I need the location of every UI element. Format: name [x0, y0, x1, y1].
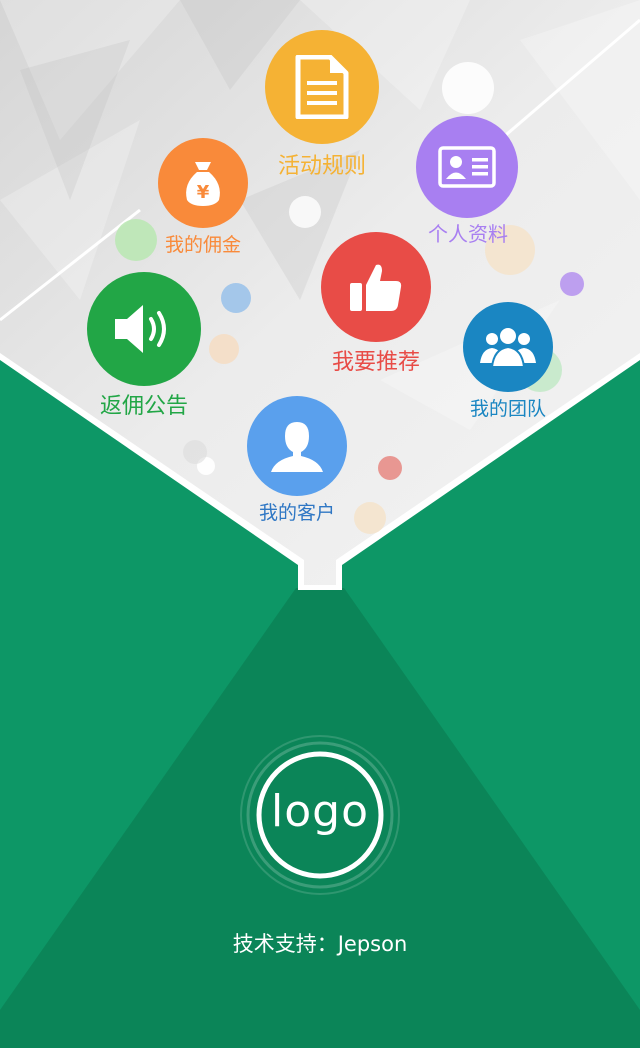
thumbs-up-icon: [321, 232, 431, 342]
my-commission-label: 我的佣金: [164, 234, 242, 256]
id-card-icon: [416, 116, 518, 218]
tech-support-text: 技术支持：Jepson: [232, 932, 408, 956]
activity-rules-label: 活动规则: [277, 154, 367, 179]
bubble: [560, 272, 584, 296]
money-bag-icon: ¥: [158, 138, 248, 228]
recommend-label: 我要推荐: [331, 350, 421, 375]
bubble: [183, 440, 207, 464]
user-icon: [247, 396, 347, 496]
my-customers-button[interactable]: 我的客户: [246, 396, 350, 526]
my-customers-label: 我的客户: [258, 502, 336, 524]
svg-text:¥: ¥: [197, 182, 210, 203]
rebate-notice-label: 返佣公告: [99, 394, 189, 419]
bubble: [209, 334, 239, 364]
profile-label: 个人资料: [428, 222, 508, 246]
bubble: [354, 502, 386, 534]
logo: logo: [239, 734, 401, 896]
my-team-button[interactable]: 我的团队: [462, 302, 556, 420]
bubble: [221, 283, 251, 313]
bubble: [378, 456, 402, 480]
rebate-notice-button[interactable]: 返佣公告: [86, 272, 202, 419]
bubble: [289, 196, 321, 228]
recommend-button[interactable]: 我要推荐: [320, 232, 432, 376]
profile-button[interactable]: 个人资料: [416, 116, 520, 246]
my-commission-button[interactable]: ¥ 我的佣金: [156, 138, 250, 256]
document-icon: [265, 30, 379, 144]
bubble: [442, 62, 494, 114]
my-team-label: 我的团队: [469, 398, 547, 420]
bubble: [115, 219, 157, 261]
logo-text: logo: [271, 786, 369, 837]
speaker-icon: [87, 272, 201, 386]
activity-rules-button[interactable]: 活动规则: [264, 30, 380, 180]
group-icon: [463, 302, 553, 392]
